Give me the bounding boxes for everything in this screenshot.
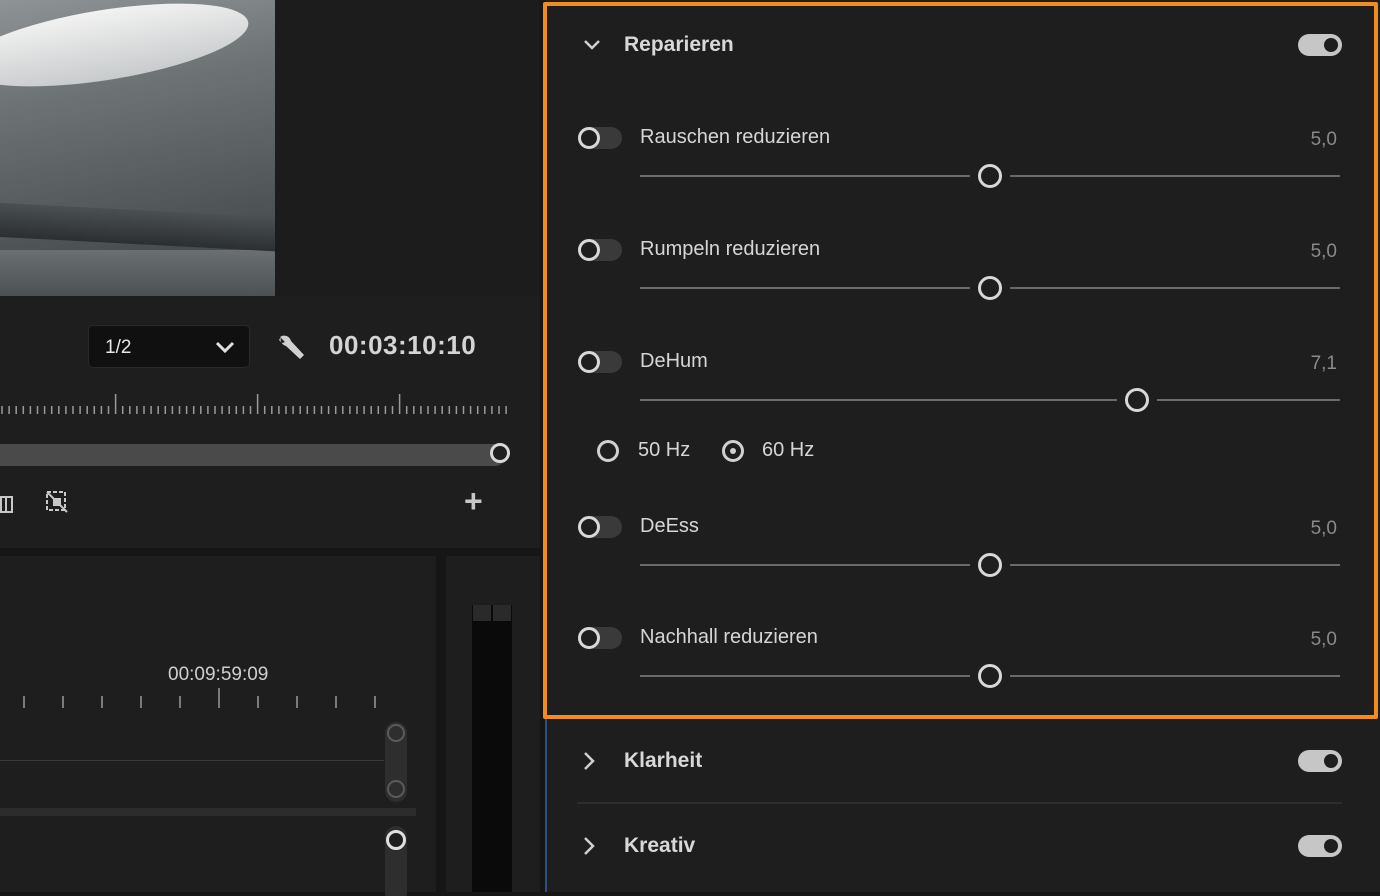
timeline-panel [0,556,436,892]
section-title-creative[interactable]: Kreativ [624,834,695,858]
timeline-ruler[interactable] [0,688,400,708]
video-preview [0,0,275,296]
plus-icon[interactable]: + [464,485,483,517]
section-divider [577,802,1342,804]
section-title-clarity[interactable]: Klarheit [624,749,702,773]
export-frame-icon[interactable] [44,489,70,515]
track-scrollbar[interactable] [385,826,407,896]
chevron-down-icon [215,341,235,354]
chevron-right-icon[interactable] [582,751,596,771]
scroll-knob[interactable] [387,780,405,798]
panel-focus-edge [545,718,547,892]
preview-letterbox [275,0,540,296]
timeline-timecode: 00:09:59:09 [168,664,269,685]
track-divider [0,760,384,761]
clarity-section-toggle[interactable] [1298,750,1342,772]
playhead-timecode[interactable]: 00:03:10:10 [329,330,476,361]
playback-resolution-select[interactable]: 1/2 [88,325,250,368]
repair-section-highlight [543,2,1378,719]
creative-section-toggle[interactable] [1298,835,1342,857]
wrench-icon[interactable] [276,331,306,361]
resolution-value: 1/2 [105,337,132,358]
zoom-scroll-bar[interactable] [0,444,506,466]
scroll-knob[interactable] [386,830,406,850]
scroll-knob[interactable] [387,724,405,742]
track-scrollbar[interactable] [385,722,407,802]
track-separator[interactable] [0,808,416,816]
insert-icon[interactable] [0,494,14,516]
time-ruler[interactable] [0,392,510,416]
zoom-scroll-handle[interactable] [490,443,510,463]
audio-meter [472,605,512,892]
chevron-right-icon[interactable] [582,836,596,856]
